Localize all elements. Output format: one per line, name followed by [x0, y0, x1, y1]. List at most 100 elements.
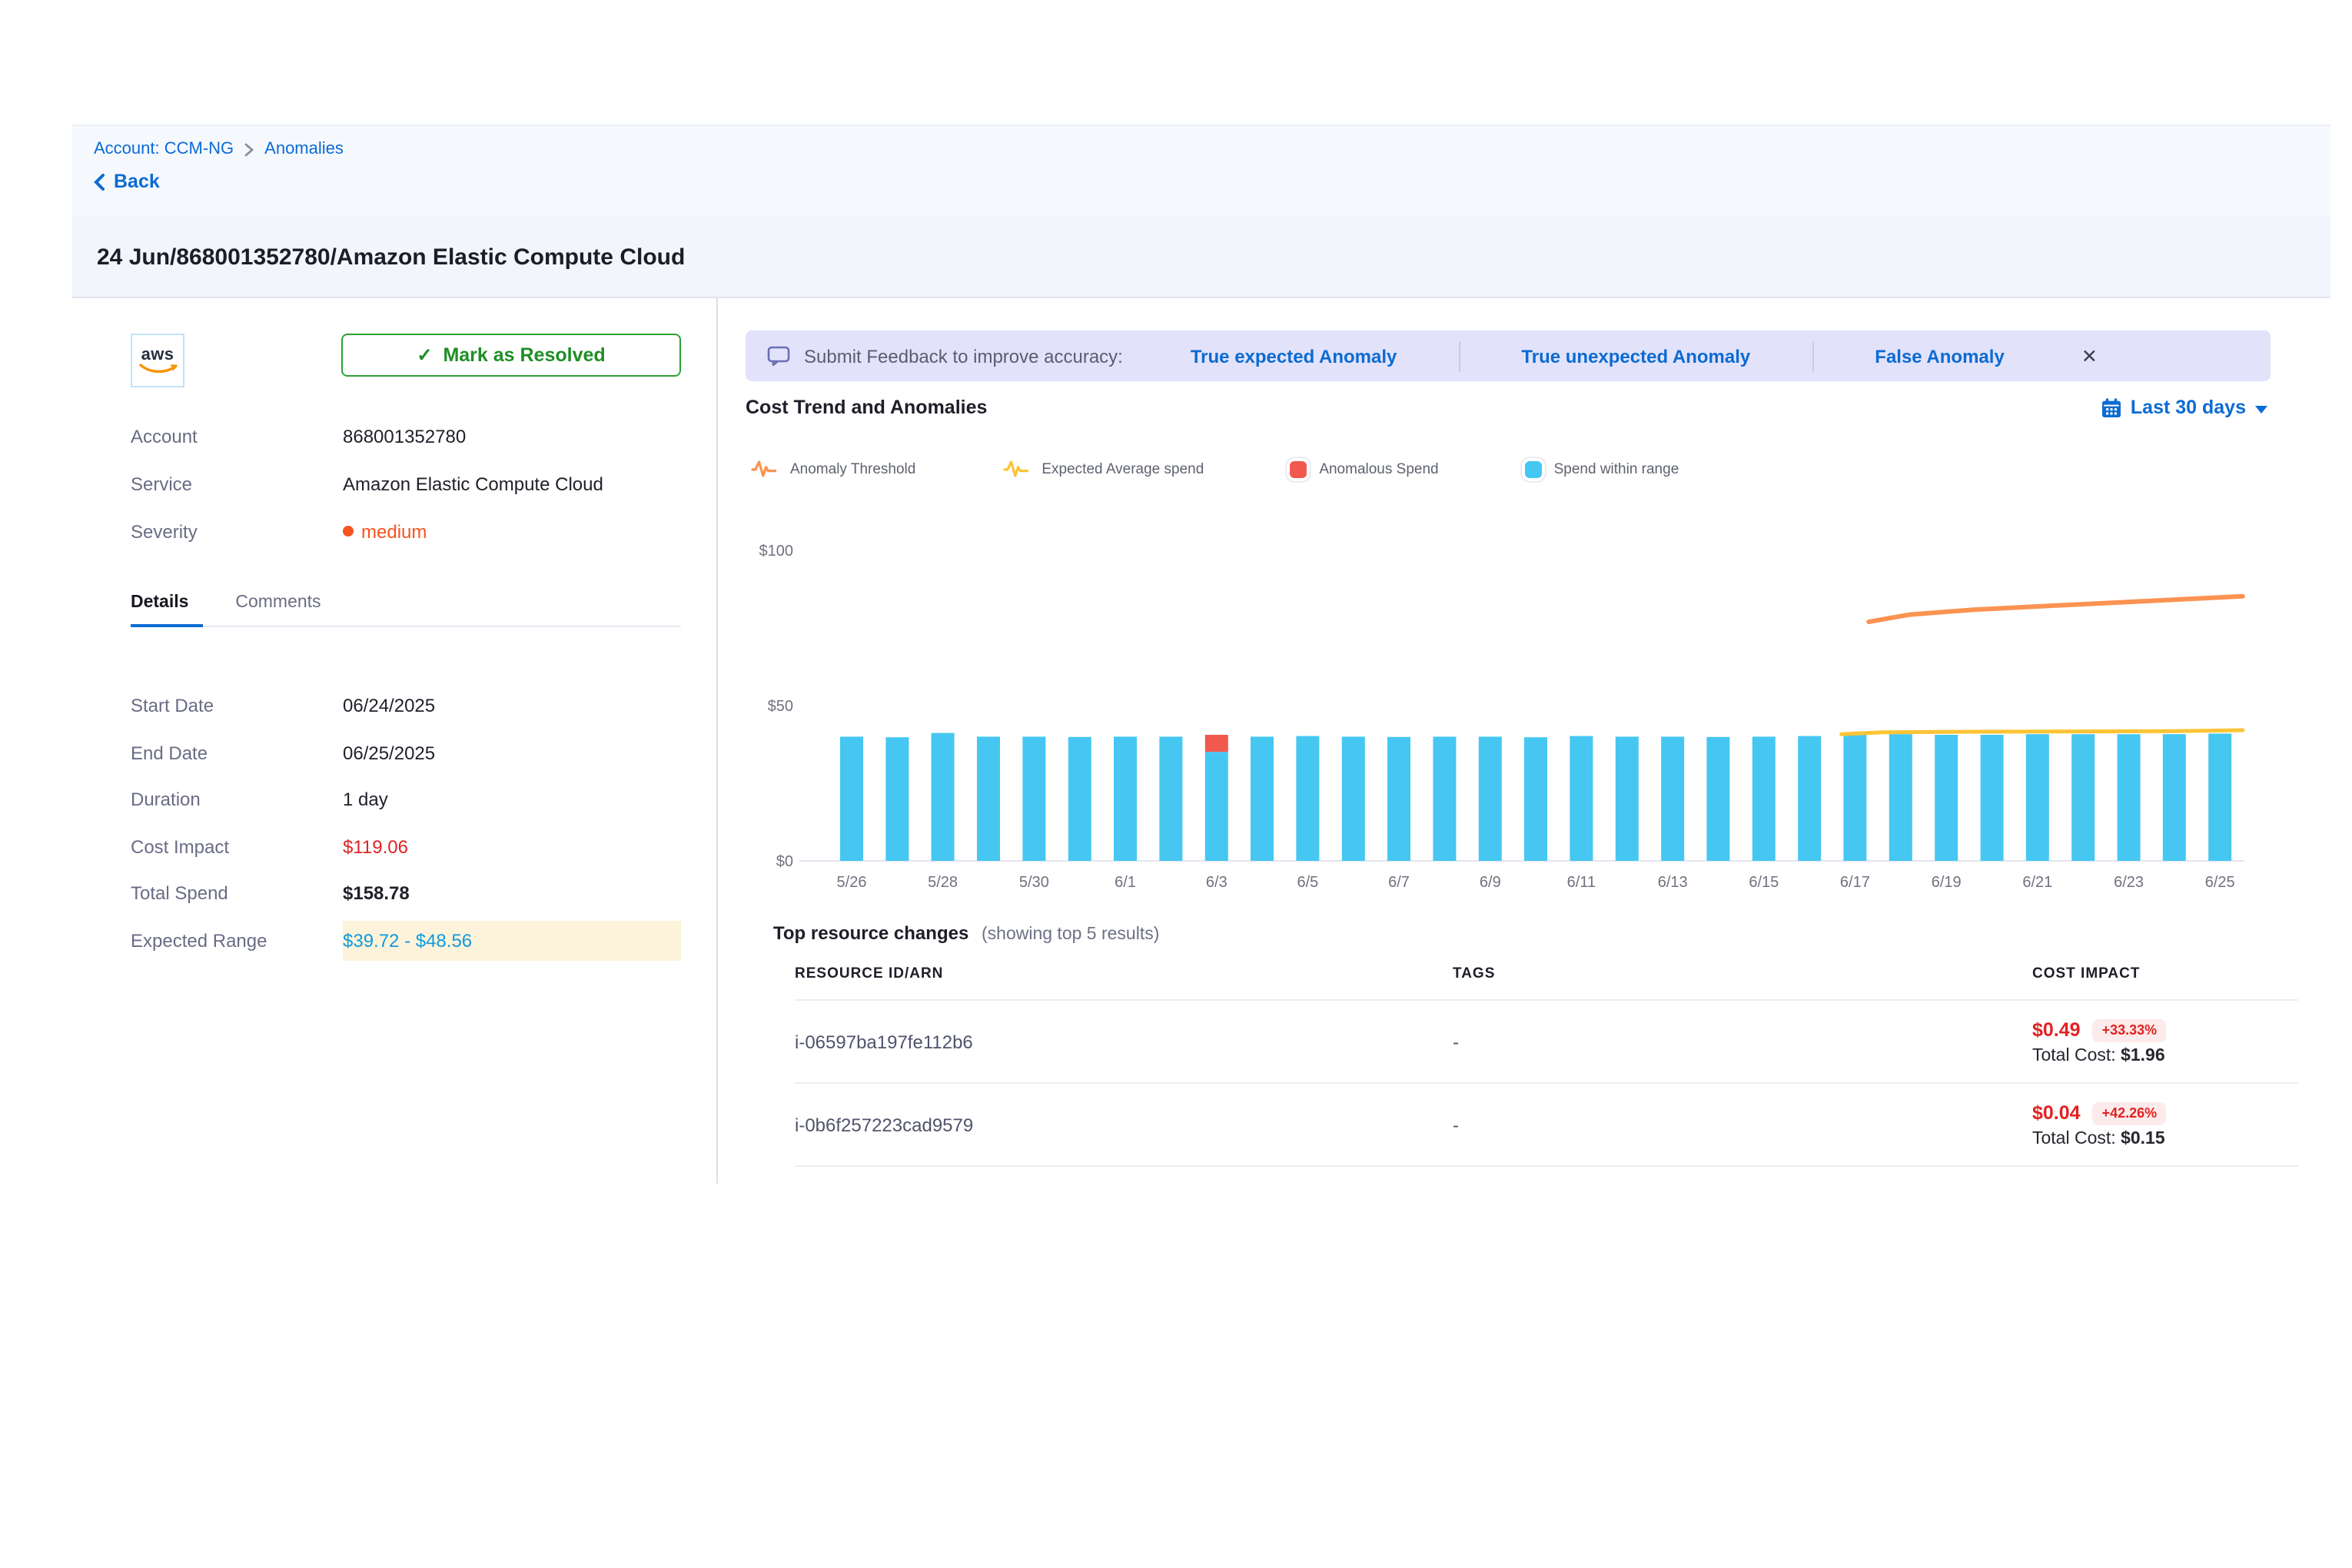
legend-line-icon	[1002, 460, 1029, 478]
feedback-bar: Submit Feedback to improve accuracy: Tru…	[746, 331, 2271, 381]
summary-value: 868001352780	[343, 425, 466, 447]
check-icon: ✓	[417, 346, 432, 364]
legend-swatch-icon	[1525, 460, 1542, 477]
legend-line-icon	[750, 460, 778, 478]
cost-trend-chart[interactable]: $0$50$1005/265/285/306/16/36/56/76/96/11…	[746, 507, 2283, 899]
breadcrumb-link-account[interactable]: Account: CCM-NG	[94, 140, 234, 158]
table-row: i-0b6f257223cad9579-$0.04+42.26%Total Co…	[795, 1084, 2298, 1167]
resources-table: RESOURCE ID/ARN TAGS COST IMPACT i-06597…	[795, 965, 2298, 1167]
cost-impact-cell: $0.04 +42.26% Total Cost: $0.15	[2032, 1101, 2298, 1148]
expected-range-highlight: $39.72 - $48.56	[343, 921, 681, 961]
detail-label: Total Spend	[131, 883, 343, 905]
summary-section: Account868001352780ServiceAmazon Elastic…	[72, 412, 716, 555]
cost-impact-percent-badge: +33.33%	[2093, 1018, 2167, 1041]
cost-impact-cell: $0.49 +33.33% Total Cost: $1.96	[2032, 1018, 2298, 1065]
resources-header: Top resource changes (showing top 5 resu…	[773, 922, 1159, 944]
svg-text:6/21: 6/21	[2022, 874, 2052, 891]
total-cost-value: $1.96	[2121, 1046, 2165, 1065]
summary-value: Amazon Elastic Compute Cloud	[343, 473, 603, 494]
total-cost-line: Total Cost: $0.15	[2032, 1129, 2298, 1148]
detail-label: End Date	[131, 742, 343, 764]
svg-text:6/15: 6/15	[1749, 874, 1779, 891]
active-tab-indicator	[131, 623, 203, 627]
legend-label: Spend within range	[1554, 460, 1679, 477]
summary-row: Account868001352780	[72, 412, 716, 460]
legend-item[interactable]: Spend within range	[1525, 460, 1679, 477]
tabs-underline	[131, 626, 681, 627]
mark-resolved-button[interactable]: ✓ Mark as Resolved	[341, 334, 681, 377]
resource-id-cell[interactable]: i-06597ba197fe112b6	[795, 1031, 1453, 1052]
feedback-option-false-anomaly[interactable]: False Anomaly	[1813, 345, 2066, 367]
detail-label: Expected Range	[131, 930, 343, 952]
caret-down-icon	[2255, 405, 2267, 413]
details-section: Start Date06/24/2025End Date06/25/2025Du…	[72, 683, 716, 964]
legend-item[interactable]: Expected Average spend	[1002, 460, 1204, 478]
cost-impact-percent-badge: +42.26%	[2093, 1101, 2167, 1125]
column-header-tags: TAGS	[1453, 965, 2032, 982]
summary-label: Service	[131, 473, 343, 494]
feedback-prompt: Submit Feedback to improve accuracy:	[804, 345, 1123, 367]
summary-row: Severitymedium	[72, 507, 716, 555]
breadcrumb-link-anomalies[interactable]: Anomalies	[264, 140, 344, 158]
anomaly-detail-page: Account: CCM-NG Anomalies Back 24 Jun/86…	[0, 0, 2352, 1568]
cost-impact-value: $0.49	[2032, 1019, 2081, 1041]
legend-swatch-icon	[1290, 460, 1307, 477]
aws-logo: aws	[131, 334, 184, 387]
legend-label: Anomalous Spend	[1319, 460, 1438, 477]
column-header-cost-impact: COST IMPACT	[2032, 965, 2298, 982]
svg-text:6/11: 6/11	[1567, 874, 1596, 891]
tags-cell: -	[1453, 1031, 2032, 1052]
mark-resolved-label: Mark as Resolved	[443, 344, 605, 366]
detail-label: Cost Impact	[131, 836, 343, 858]
svg-text:$100: $100	[759, 543, 794, 560]
svg-text:5/26: 5/26	[837, 874, 867, 891]
total-cost-label: Total Cost:	[2032, 1046, 2121, 1065]
chevron-right-icon	[244, 142, 254, 156]
total-cost-value: $0.15	[2121, 1129, 2165, 1148]
cost-impact-value: $0.04	[2032, 1102, 2081, 1124]
legend-label: Expected Average spend	[1041, 460, 1204, 477]
aws-smile-icon	[138, 362, 178, 374]
detail-row: Cost Impact$119.06	[72, 823, 716, 870]
detail-value: $158.78	[343, 883, 410, 905]
panel-divider	[716, 298, 718, 1184]
svg-text:5/30: 5/30	[1019, 874, 1049, 891]
resource-id-cell[interactable]: i-0b6f257223cad9579	[795, 1114, 1453, 1135]
feedback-close-icon[interactable]: ✕	[2072, 338, 2107, 374]
svg-text:6/7: 6/7	[1388, 874, 1410, 891]
chart-header: Cost Trend and Anomalies Last 30 days	[746, 397, 2267, 418]
page-title: 24 Jun/868001352780/Amazon Elastic Compu…	[97, 244, 685, 270]
feedback-option-true-expected[interactable]: True expected Anomaly	[1129, 345, 1459, 367]
detail-label: Duration	[131, 789, 343, 811]
detail-row: Start Date06/24/2025	[72, 683, 716, 729]
svg-text:5/28: 5/28	[928, 874, 958, 891]
breadcrumb-band: Account: CCM-NG Anomalies Back	[72, 125, 2330, 217]
detail-row: End Date06/25/2025	[72, 729, 716, 776]
back-label: Back	[114, 171, 160, 192]
title-band: 24 Jun/868001352780/Amazon Elastic Compu…	[72, 217, 2330, 298]
date-range-selector[interactable]: Last 30 days	[2101, 397, 2267, 418]
svg-text:6/3: 6/3	[1206, 874, 1227, 891]
chart-title: Cost Trend and Anomalies	[746, 397, 987, 418]
tab-comments[interactable]: Comments	[235, 593, 321, 626]
anomaly-side-panel: aws ✓ Mark as Resolved Account8680013527…	[72, 298, 716, 1187]
legend-item[interactable]: Anomalous Spend	[1290, 460, 1438, 477]
total-cost-line: Total Cost: $1.96	[2032, 1046, 2298, 1065]
chevron-left-icon	[94, 173, 105, 190]
tab-details[interactable]: Details	[131, 593, 188, 626]
cost-impact-line: $0.04 +42.26%	[2032, 1101, 2298, 1125]
svg-text:6/19: 6/19	[1932, 874, 1962, 891]
back-button[interactable]: Back	[94, 171, 2330, 192]
expected-range-value: $39.72 - $48.56	[343, 930, 472, 952]
legend-item[interactable]: Anomaly Threshold	[750, 460, 915, 478]
resources-title: Top resource changes	[773, 922, 968, 944]
detail-row: Expected Range$39.72 - $48.56	[72, 917, 716, 964]
svg-text:$50: $50	[768, 698, 793, 715]
detail-label: Start Date	[131, 696, 343, 717]
severity-dot-icon	[343, 526, 354, 537]
svg-text:6/1: 6/1	[1115, 874, 1136, 891]
summary-row: ServiceAmazon Elastic Compute Cloud	[72, 460, 716, 507]
feedback-option-true-unexpected[interactable]: True unexpected Anomaly	[1460, 345, 1812, 367]
svg-text:6/17: 6/17	[1840, 874, 1870, 891]
detail-value: 06/25/2025	[343, 742, 435, 764]
